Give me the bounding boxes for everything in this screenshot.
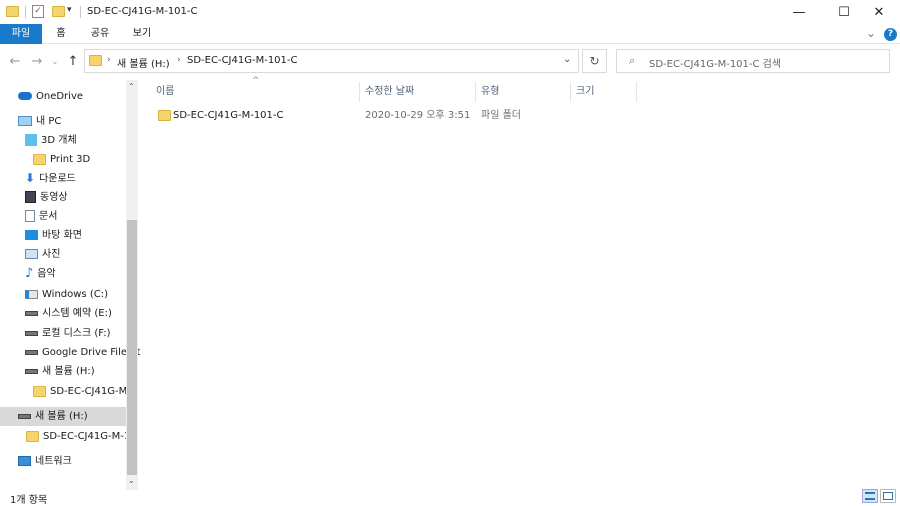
folder-icon (158, 110, 171, 121)
breadcrumb-item-folder[interactable]: SD-EC-CJ41G-M-101-C (187, 55, 298, 66)
scroll-down-icon[interactable]: ⌄ (128, 476, 135, 485)
quick-access-dropdown-icon[interactable]: ▾ (67, 5, 72, 15)
item-count: 1개 항목 (10, 495, 48, 506)
network-icon (18, 456, 31, 466)
column-header-type[interactable]: 유형 (475, 82, 570, 102)
folder-icon (26, 430, 39, 442)
refresh-button[interactable]: ↻ (582, 49, 607, 73)
column-header-size[interactable]: 크기 (570, 82, 636, 102)
drive-icon (25, 349, 38, 355)
details-view-icon (865, 492, 875, 500)
nav-item-volume-h-selected[interactable]: 새 볼륨 (H:) (0, 407, 126, 426)
toolbar-separator (80, 6, 81, 18)
nav-item-folder[interactable]: SD-EC-CJ41G-M-101-C (26, 427, 126, 446)
navigation-pane: OneDrive 내 PC 3D 개체 Print 3D ⬇ 다운로드 동영상 문… (0, 80, 140, 486)
column-divider[interactable] (636, 82, 637, 102)
breadcrumb-chevron-icon[interactable]: › (107, 55, 111, 65)
close-button[interactable]: ✕ (858, 0, 900, 24)
download-icon: ⬇ (25, 171, 36, 185)
scrollbar-thumb[interactable] (127, 220, 137, 475)
video-icon (25, 191, 36, 203)
folder-icon (6, 6, 19, 17)
column-header-name[interactable]: 이름 (150, 82, 359, 102)
column-header-modified[interactable]: 수정한 날짜 (359, 82, 475, 102)
drive-icon (18, 413, 31, 419)
toolbar-separator (25, 6, 26, 18)
windows-drive-icon (25, 289, 38, 299)
nav-item-folder[interactable]: SD-EC-CJ41G-M-101-C (33, 382, 126, 401)
ribbon-expand-icon[interactable]: ⌄ (866, 26, 876, 40)
pc-icon (18, 116, 32, 126)
tab-file[interactable]: 파일 (0, 24, 42, 44)
ribbon: 파일 홈 공유 보기 ⌄ ? (0, 24, 900, 44)
new-folder-icon[interactable] (52, 6, 65, 17)
tab-home[interactable]: 홈 (46, 24, 76, 44)
file-list: ^ 이름 수정한 날짜 유형 크기 SD-EC-CJ41G-M-101-C 20… (140, 76, 900, 486)
minimize-button[interactable]: — (778, 0, 820, 24)
row-type: 파일 폴더 (481, 110, 521, 121)
scroll-up-icon[interactable]: ⌃ (128, 82, 135, 91)
folder-icon (89, 55, 102, 66)
picture-icon (25, 249, 38, 259)
tab-share[interactable]: 공유 (82, 24, 118, 44)
refresh-icon: ↻ (589, 54, 600, 68)
search-input[interactable]: SD-EC-CJ41G-M-101-C 검색 (649, 55, 781, 70)
status-bar: 1개 항목 (0, 486, 900, 506)
navigation-scrollbar[interactable]: ⌃ ⌄ (126, 80, 138, 490)
row-modified: 2020-10-29 오후 3:51 (365, 110, 471, 121)
properties-icon[interactable]: ✓ (32, 5, 44, 18)
document-icon (25, 210, 35, 222)
help-icon[interactable]: ? (884, 28, 897, 41)
drive-icon (25, 310, 38, 316)
large-icons-view-button[interactable] (880, 489, 896, 503)
cube-icon (25, 134, 37, 146)
forward-button[interactable]: → (28, 52, 46, 70)
window-title: SD-EC-CJ41G-M-101-C (87, 6, 198, 17)
folder-icon (33, 385, 46, 397)
cloud-icon (18, 92, 32, 100)
folder-icon (33, 153, 46, 165)
details-view-button[interactable] (862, 489, 878, 503)
breadcrumb-item-volume[interactable]: 새 볼륨 (H:) (117, 55, 170, 70)
search-box[interactable]: ⌕ SD-EC-CJ41G-M-101-C 검색 (616, 49, 890, 73)
back-button[interactable]: ← (6, 52, 24, 70)
search-icon: ⌕ (629, 54, 636, 67)
tab-view[interactable]: 보기 (124, 24, 160, 44)
up-button[interactable]: ↑ (64, 52, 82, 70)
address-bar[interactable]: › 새 볼륨 (H:) › SD-EC-CJ41G-M-101-C ⌄ (84, 49, 579, 73)
row-name[interactable]: SD-EC-CJ41G-M-101-C (173, 107, 284, 125)
large-icons-view-icon (883, 492, 893, 500)
drive-icon (25, 330, 38, 336)
breadcrumb-chevron-icon[interactable]: › (177, 55, 181, 65)
drive-icon (25, 368, 38, 374)
recent-locations-icon[interactable]: ⌄ (46, 52, 64, 70)
desktop-icon (25, 230, 38, 240)
address-dropdown-icon[interactable]: ⌄ (563, 54, 571, 65)
title-bar: ✓ ▾ SD-EC-CJ41G-M-101-C — ☐ ✕ (0, 0, 900, 24)
music-icon: ♪ (25, 266, 34, 281)
